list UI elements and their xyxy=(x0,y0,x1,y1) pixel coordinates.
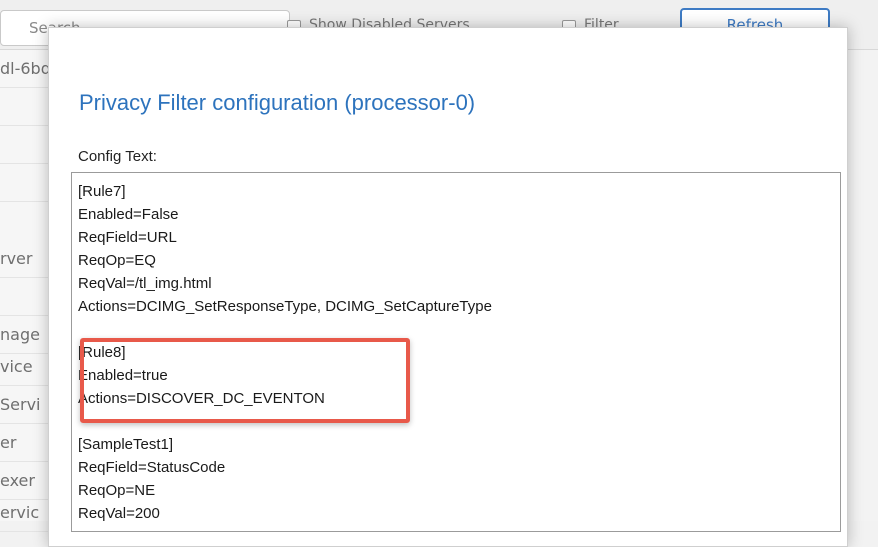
config-line: Actions=DCIMG_SetResponseType, DCIMG_Set… xyxy=(78,298,492,315)
config-line: ReqField=URL xyxy=(78,229,177,246)
dialog-title: Privacy Filter configuration (processor-… xyxy=(79,90,476,115)
config-line: ReqOp=EQ xyxy=(78,252,156,269)
config-line: ReqOp=NE xyxy=(78,482,156,499)
config-line: ReqVal=/tl_img.html xyxy=(78,275,212,292)
config-line: ReqVal=200 xyxy=(78,505,160,522)
privacy-filter-dialog: Privacy Filter configuration (processor-… xyxy=(48,27,848,547)
config-line: [SampleTest1] xyxy=(78,436,174,453)
background-right-panel xyxy=(848,50,878,521)
config-text-label: Config Text: xyxy=(78,148,157,165)
config-line: [Rule7] xyxy=(78,183,126,200)
rule8-highlight-box xyxy=(80,338,410,423)
config-line: Enabled=False xyxy=(78,206,179,223)
config-textarea[interactable]: [Rule7] Enabled=False ReqField=URL ReqOp… xyxy=(71,172,841,532)
config-line: ReqField=StatusCode xyxy=(78,459,226,476)
